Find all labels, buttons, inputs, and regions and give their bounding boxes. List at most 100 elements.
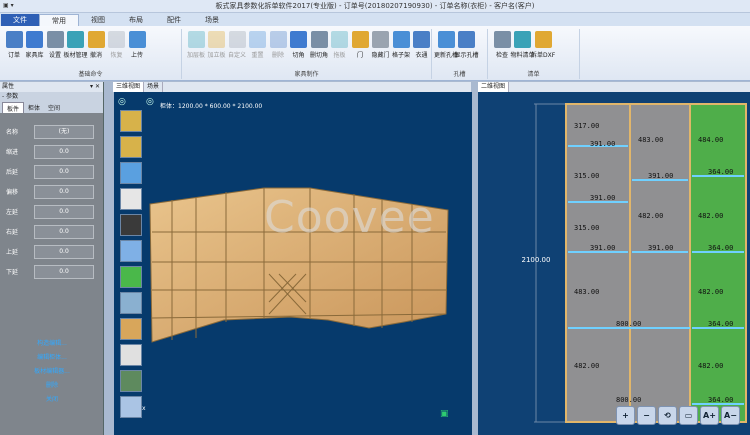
tab-board[interactable]: 板件: [2, 102, 25, 113]
dimension-label: 483.00: [638, 136, 664, 144]
panel-link[interactable]: 构造编辑...: [0, 338, 104, 347]
panel-link[interactable]: 板材编辑器...: [0, 366, 104, 375]
panel-title: 属性: [2, 83, 15, 90]
view-3d[interactable]: ◎ ◎ 柜体：1200.00 * 600.00 * 2100.00 ▣ x Co…: [114, 92, 472, 435]
property-row: 后延 0.0: [6, 164, 98, 179]
view-2d[interactable]: 2100.00 317.00 391.00 315.00 391.00 315.00 39…: [478, 92, 750, 435]
ribbon-icon: [534, 31, 552, 48]
watermark: Coovee: [264, 192, 435, 243]
panel-tabs: 板件 柜体 空间: [0, 102, 103, 113]
app-window: ▣ ▾ 板式家具参数化拆单软件2017(专业版) - 订单号(201802071…: [0, 0, 750, 435]
ribbon-group-2: 更新孔槽 显示孔槽 孔槽: [432, 29, 488, 79]
ribbon-icon: [290, 31, 307, 48]
system-menu-icon[interactable]: ▣ ▾: [3, 2, 14, 9]
view-tool-icon[interactable]: [120, 266, 142, 288]
back-icon-2[interactable]: ◎: [146, 97, 154, 107]
cabinet-3d-render: ▣ x: [142, 187, 449, 419]
property-value[interactable]: 0.0: [34, 204, 94, 219]
view-tool-icon[interactable]: [120, 396, 142, 418]
view3d-tabs: 三维视图 场景: [113, 82, 471, 92]
zoom-button[interactable]: A+: [700, 406, 719, 425]
ribbon-icon: [26, 31, 43, 48]
ribbon-icon: [372, 31, 389, 48]
ribbon-group-caption: 基础命令: [78, 71, 103, 78]
ribbon-group-3: 检查 物料清单 拆单DXF 清单: [488, 29, 580, 79]
back-icon[interactable]: ◎: [118, 97, 126, 107]
tab-scene-view[interactable]: 场景: [144, 82, 164, 92]
tab-accessories[interactable]: 配件: [155, 14, 193, 26]
ribbon-icon: [5, 31, 23, 48]
zoom-button[interactable]: ⟲: [658, 406, 677, 425]
view-tool-icon[interactable]: [120, 188, 142, 210]
view-tool-icon[interactable]: [120, 344, 142, 366]
view-tool-icon[interactable]: [120, 370, 142, 392]
ribbon-icon: [87, 31, 105, 48]
dimension-label: 482.00: [638, 212, 664, 220]
zoom-button[interactable]: A−: [721, 406, 740, 425]
ribbon-button-1-11[interactable]: 衣通: [410, 31, 434, 59]
ribbon-button-2-1[interactable]: 显示孔槽: [455, 31, 479, 59]
tab-2d-view[interactable]: 二维视图: [478, 82, 510, 92]
ribbon-icon: [108, 31, 125, 48]
dimension-label: 482.00: [698, 288, 724, 296]
ribbon-icon: [128, 31, 146, 48]
dimension-label: 483.00: [574, 288, 600, 296]
tab-file[interactable]: 文件: [1, 14, 39, 26]
dimension-label: 317.00: [574, 122, 600, 130]
view-tool-icon[interactable]: [120, 110, 142, 132]
view-tool-icon[interactable]: [120, 240, 142, 262]
view-tool-icon[interactable]: [120, 214, 142, 236]
property-row: 缩进 0.0: [6, 144, 98, 159]
property-row: 名称 (无): [6, 124, 98, 139]
tab-common[interactable]: 常用: [39, 14, 79, 26]
tab-scene[interactable]: 场景: [193, 14, 231, 26]
ribbon-icon: [331, 31, 348, 48]
cabinet-dimensions: 柜体：1200.00 * 600.00 * 2100.00: [160, 103, 263, 110]
view-tool-icon[interactable]: [120, 318, 142, 340]
ribbon-icon: [269, 31, 287, 48]
property-value[interactable]: 0.0: [34, 164, 94, 179]
panel-link[interactable]: 删除: [0, 380, 104, 389]
property-value[interactable]: 0.0: [34, 224, 94, 239]
property-row: 偏移 0.0: [6, 184, 98, 199]
property-value[interactable]: 0.0: [34, 264, 94, 279]
zoom-toolbar: + − ⟲ ▭ A+ A−: [616, 406, 740, 425]
view-tool-icon[interactable]: [120, 136, 142, 158]
tab-3d-view[interactable]: 三维视图: [113, 82, 145, 92]
ribbon-icon: [514, 31, 531, 48]
property-row: 下延 0.0: [6, 264, 98, 279]
property-value[interactable]: 0.0: [34, 184, 94, 199]
dimension-label: 391.00: [648, 244, 674, 252]
property-value[interactable]: (无): [34, 124, 94, 139]
property-row: 左延 0.0: [6, 204, 98, 219]
property-value[interactable]: 0.0: [34, 144, 94, 159]
title-bar: ▣ ▾ 板式家具参数化拆单软件2017(专业版) - 订单号(201802071…: [0, 0, 750, 13]
dimension-label: 364.00: [708, 244, 734, 252]
ribbon-button-label: 上传: [130, 52, 143, 59]
window-title: 板式家具参数化拆单软件2017(专业版) - 订单号(2018020719093…: [215, 2, 535, 10]
tab-view[interactable]: 视图: [79, 14, 117, 26]
tab-cabinet[interactable]: 柜体: [24, 102, 44, 113]
ribbon-icon: [458, 31, 475, 48]
dimension-label: 800.00: [616, 320, 642, 328]
view-tool-icon[interactable]: [120, 162, 142, 184]
panel-link[interactable]: 关闭: [0, 394, 104, 403]
zoom-button[interactable]: ▭: [679, 406, 698, 425]
ribbon-button-0-6[interactable]: 上传: [125, 31, 149, 59]
property-key: 左延: [6, 209, 19, 216]
ribbon-group-1: 加层板 加立板 自定义 重置 删除 切角 删切角 拖板门隐藏门 格子架 衣通 家具制作: [182, 29, 432, 79]
ribbon-group-caption: 家具制作: [294, 71, 319, 78]
ribbon: 订单 家具库 设置 板材管理 撤消 恢复 上传 基础命令 加层板 加立板 自定义 重置 删除 切角 删切角拖…: [0, 26, 750, 81]
tab-layout[interactable]: 布局: [117, 14, 155, 26]
dimension-label: 482.00: [698, 212, 724, 220]
panel-link[interactable]: 编辑柜体...: [0, 352, 104, 361]
zoom-button[interactable]: +: [616, 406, 635, 425]
view-tool-icon[interactable]: [120, 292, 142, 314]
ribbon-button-3-2[interactable]: 拆单DXF: [531, 31, 555, 59]
dimension-label: 391.00: [590, 194, 616, 202]
property-value[interactable]: 0.0: [34, 244, 94, 259]
tab-space[interactable]: 空间: [44, 102, 64, 113]
zoom-button[interactable]: −: [637, 406, 656, 425]
ribbon-tabs: 文件 常用 视图 布局 配件 场景: [0, 13, 750, 26]
pin-close-icons[interactable]: ▾ ✕: [90, 82, 100, 92]
